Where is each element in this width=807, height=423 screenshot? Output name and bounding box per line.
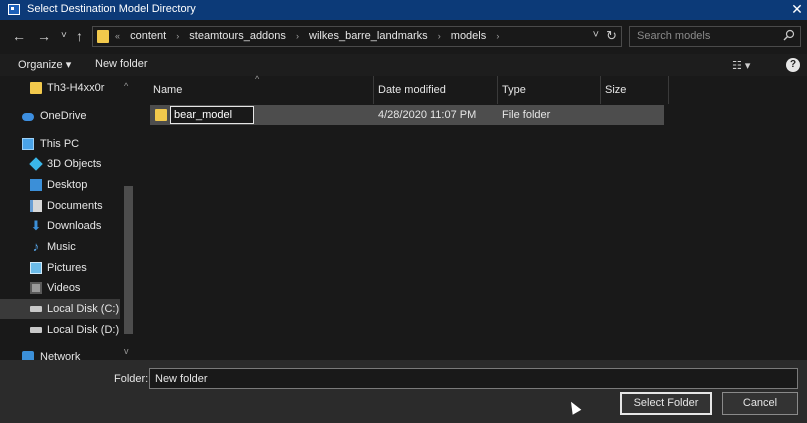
sort-arrow-icon: ^ (255, 74, 260, 84)
breadcrumb-separator[interactable]: › (496, 31, 499, 41)
music-icon: ♪ (32, 239, 40, 254)
sidebar-item-pictures[interactable]: Pictures (0, 258, 120, 278)
sidebar-item-videos[interactable]: Videos (0, 278, 120, 298)
breadcrumb-overflow[interactable]: « (115, 31, 120, 41)
cloud-icon (22, 113, 34, 121)
3d-objects-icon (29, 157, 43, 171)
select-folder-button[interactable]: Select Folder (620, 392, 712, 415)
videos-icon (30, 282, 42, 294)
sidebar-item-label: Videos (47, 282, 81, 294)
new-folder-button[interactable]: New folder (95, 58, 148, 70)
search-box[interactable]: Search models (629, 26, 801, 47)
sidebar-item-label: Network (40, 351, 81, 360)
scrollbar-thumb[interactable] (124, 186, 133, 334)
column-header-label: Name (153, 84, 183, 96)
breadcrumb-item[interactable]: wilkes_barre_landmarks (309, 30, 428, 42)
search-placeholder: Search models (637, 30, 711, 42)
column-header-label: Size (605, 84, 627, 96)
search-icon[interactable] (783, 29, 795, 41)
folder-name-input[interactable] (149, 368, 798, 389)
sidebar-item-label: Documents (47, 200, 103, 212)
sidebar-item-3d-objects[interactable]: 3D Objects (0, 154, 120, 174)
sidebar-item-label: This PC (40, 138, 80, 150)
column-header-size[interactable]: Size (601, 76, 669, 104)
scroll-down-arrow[interactable]: v (124, 346, 129, 356)
folder-icon (30, 82, 42, 94)
sidebar-item-label: 3D Objects (47, 158, 102, 170)
breadcrumb-item[interactable]: models (451, 30, 486, 42)
app-window-icon (8, 4, 20, 15)
documents-icon (30, 200, 42, 212)
sidebar-item-label: Downloads (47, 220, 102, 232)
recent-locations-button[interactable]: ˅ (61, 28, 67, 44)
pictures-icon (30, 262, 42, 274)
sidebar-item-downloads[interactable]: ⬇ Downloads (0, 216, 120, 236)
folder-icon (155, 109, 167, 121)
navigation-pane[interactable]: Th3-H4xx0r OneDrive This PC 3D Objects D… (0, 76, 137, 360)
sidebar-item-this-pc[interactable]: This PC (0, 134, 120, 154)
downloads-icon: ⬇ (30, 218, 42, 233)
sidebar-item-network[interactable]: Network (0, 347, 120, 360)
sidebar-item-local-disk-c[interactable]: Local Disk (C:) (0, 299, 120, 319)
sidebar-item-label: Music (47, 241, 76, 253)
help-button[interactable]: ? (786, 58, 800, 72)
column-header-date[interactable]: Date modified (374, 76, 498, 104)
organize-menu[interactable]: Organize ▾ (18, 58, 71, 71)
rename-input[interactable] (170, 106, 254, 124)
breadcrumb-item[interactable]: content (130, 30, 166, 42)
sidebar-item-user-folder[interactable]: Th3-H4xx0r (0, 78, 120, 98)
cancel-button[interactable]: Cancel (722, 392, 798, 415)
sidebar-item-label: Local Disk (D:) (47, 324, 120, 336)
column-header-type[interactable]: Type (498, 76, 601, 104)
sidebar-item-onedrive[interactable]: OneDrive (0, 106, 120, 126)
breadcrumb: « content › steamtours_addons › wilkes_b… (115, 30, 506, 42)
address-row: ← → ˅ ↑ « content › steamtours_addons › … (0, 20, 807, 54)
drive-icon (30, 306, 42, 312)
file-type: File folder (502, 109, 551, 121)
drive-icon (30, 327, 42, 333)
sidebar-item-documents[interactable]: Documents (0, 196, 120, 216)
address-bar[interactable]: « content › steamtours_addons › wilkes_b… (92, 26, 622, 47)
column-header-label: Type (502, 84, 526, 96)
column-header-label: Date modified (378, 84, 446, 96)
sidebar-item-music[interactable]: ♪ Music (0, 237, 120, 257)
folder-label: Folder: (114, 373, 149, 385)
address-dropdown-button[interactable]: ˅ (593, 29, 599, 41)
file-date: 4/28/2020 11:07 PM (378, 109, 477, 121)
sidebar-item-label: OneDrive (40, 110, 87, 122)
close-button[interactable]: ✕ (787, 0, 807, 20)
breadcrumb-separator[interactable]: › (438, 31, 441, 41)
sidebar-item-label: Th3-H4xx0r (47, 82, 105, 94)
window-title: Select Destination Model Directory (27, 3, 196, 15)
sidebar-item-local-disk-d[interactable]: Local Disk (D:) (0, 320, 120, 340)
dialog-footer: Folder: Select Folder Cancel (0, 360, 807, 423)
breadcrumb-item[interactable]: steamtours_addons (189, 30, 286, 42)
refresh-icon[interactable]: ↻ (606, 28, 617, 44)
mouse-cursor-icon (566, 399, 582, 415)
up-button[interactable]: ↑ (76, 28, 83, 44)
back-button[interactable]: ← (12, 28, 26, 44)
sidebar-scrollbar[interactable]: ^ v (121, 76, 135, 360)
file-row[interactable]: 4/28/2020 11:07 PM File folder (150, 105, 664, 125)
computer-icon (22, 138, 34, 150)
sidebar-item-label: Pictures (47, 262, 87, 274)
command-bar: Organize ▾ New folder ☷ ▾ ? (0, 54, 807, 76)
title-bar: Select Destination Model Directory ✕ (0, 0, 807, 20)
view-options-button[interactable]: ☷ ▾ (732, 59, 750, 72)
sidebar-item-desktop[interactable]: Desktop (0, 175, 120, 195)
sidebar-item-label: Local Disk (C:) (47, 303, 120, 315)
scroll-up-arrow[interactable]: ^ (124, 81, 128, 91)
column-header-name[interactable]: Name ^ (143, 74, 374, 104)
folder-icon (97, 30, 109, 43)
breadcrumb-separator[interactable]: › (176, 31, 179, 41)
network-icon (22, 351, 34, 360)
file-list[interactable]: Name ^ Date modified Type Size 4/28/2020… (143, 74, 807, 360)
breadcrumb-separator[interactable]: › (296, 31, 299, 41)
desktop-icon (30, 179, 42, 191)
sidebar-item-label: Desktop (47, 179, 88, 191)
forward-button[interactable]: → (37, 28, 51, 44)
